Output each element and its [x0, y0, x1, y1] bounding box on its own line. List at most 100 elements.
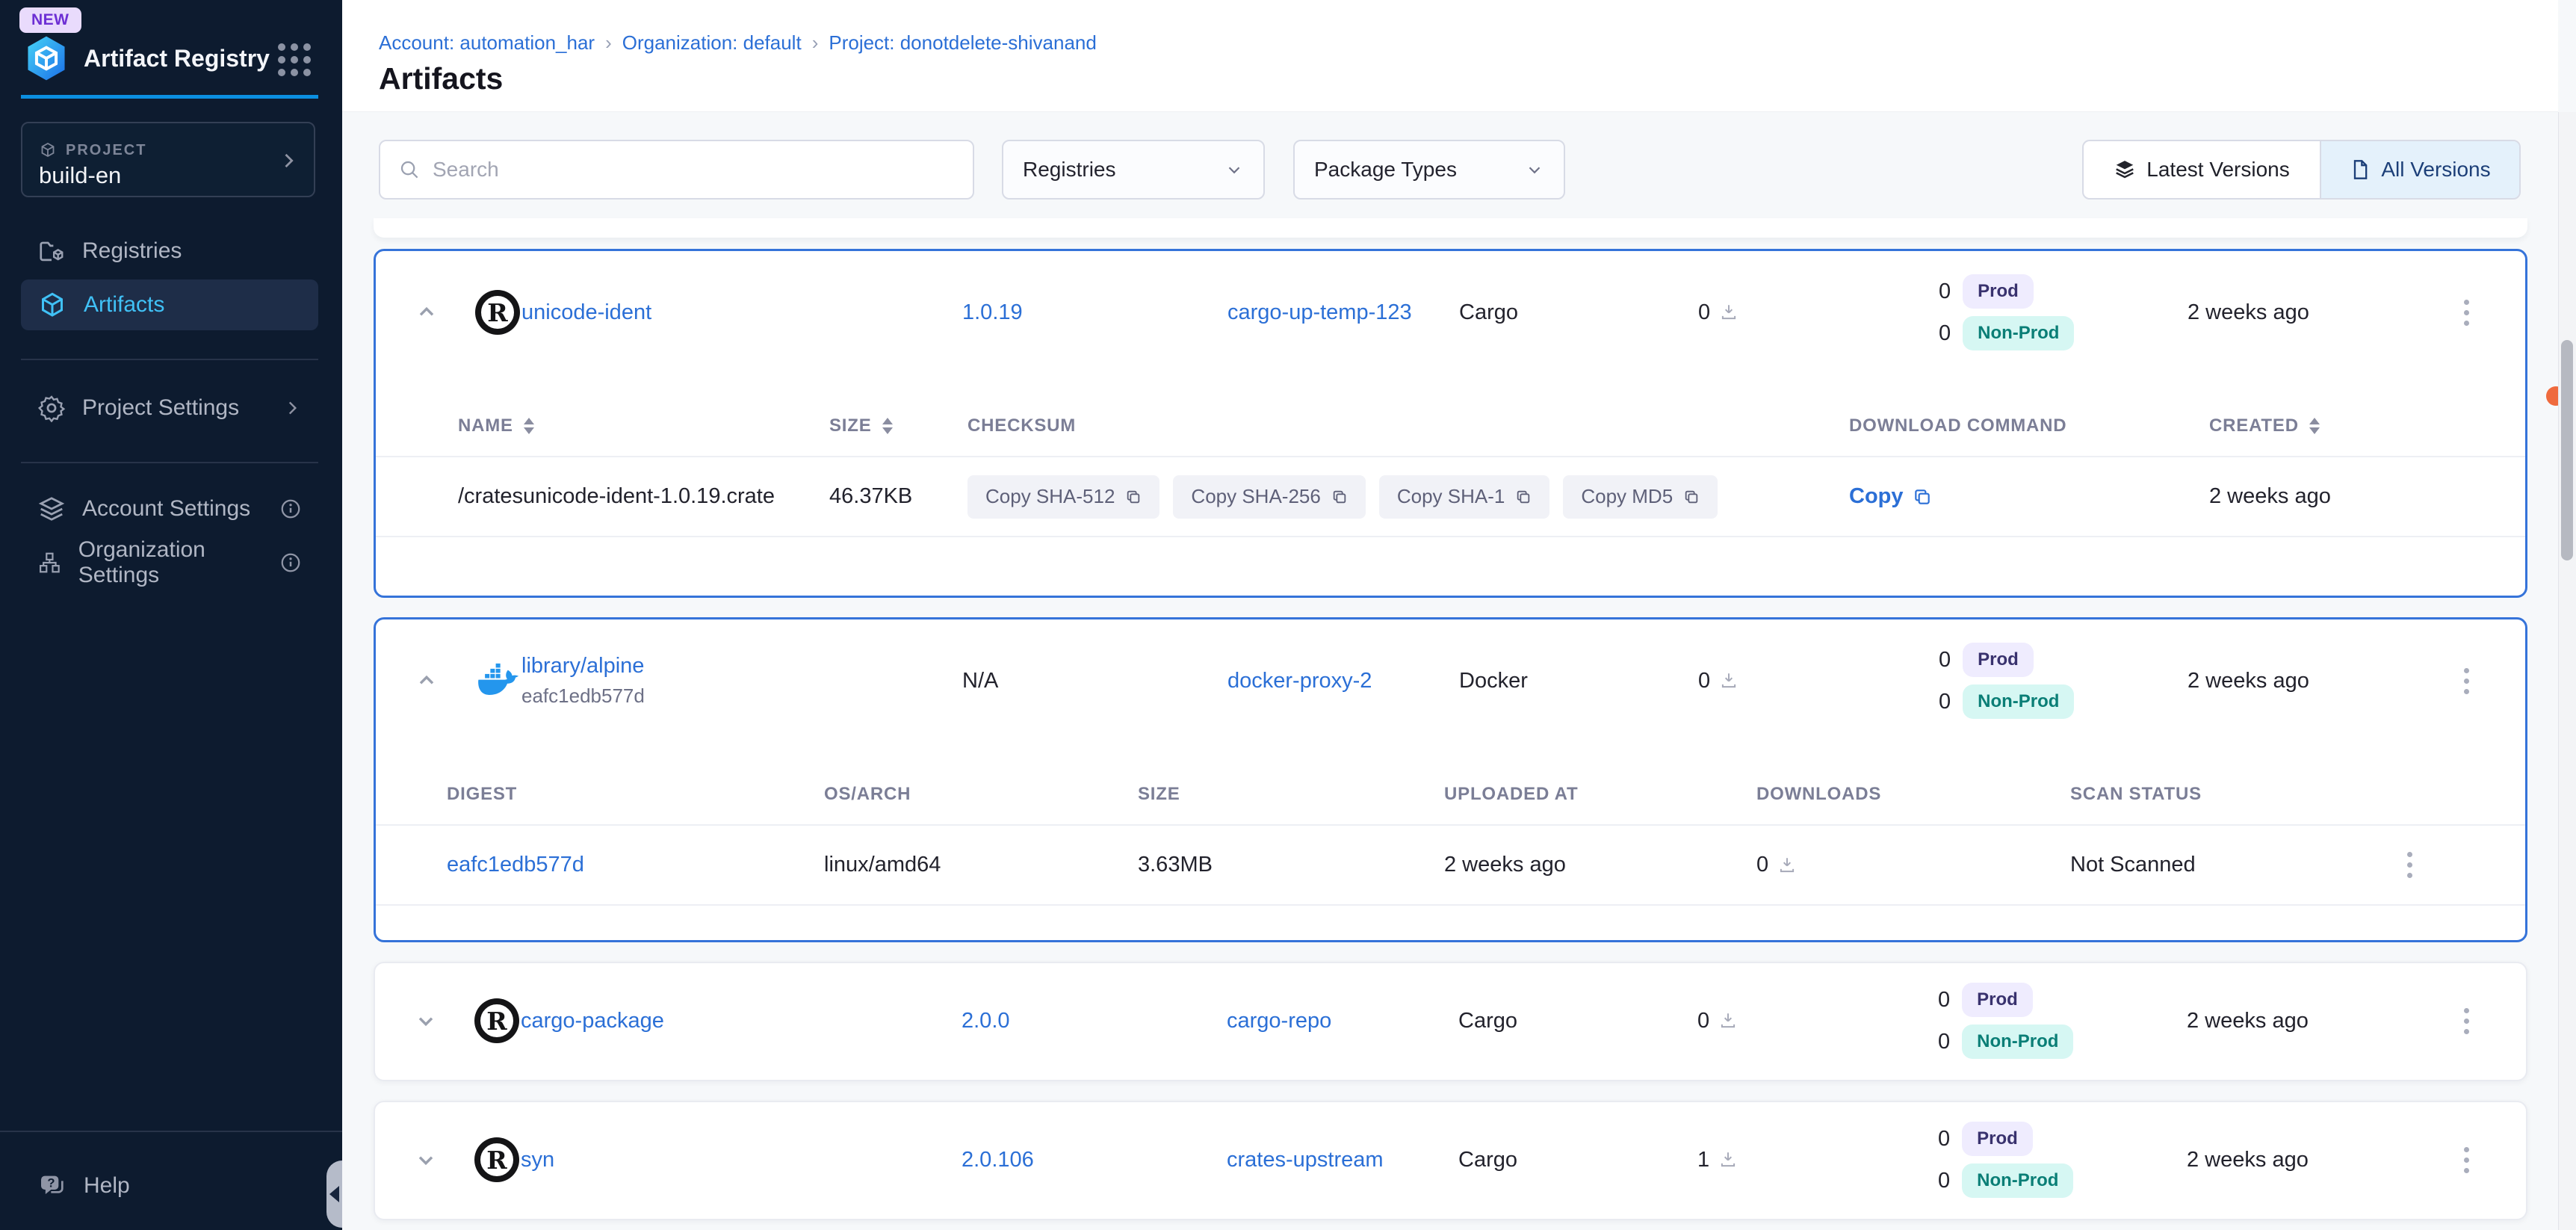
deployments-cell: 0 Prod 0 Non-Prod: [1899, 982, 2131, 1060]
version-link[interactable]: 1.0.19: [962, 300, 1023, 324]
scan-status-label: Not Scanned: [2070, 853, 2401, 877]
sort-icon: [2309, 418, 2320, 434]
copy-icon: [1913, 487, 1932, 507]
registries-dropdown-label: Registries: [1023, 158, 1115, 182]
prod-count: 0: [1939, 648, 1951, 673]
expand-button[interactable]: [375, 1009, 476, 1033]
artifact-name-link[interactable]: cargo-package: [521, 1009, 664, 1033]
sidebar-item-help[interactable]: ? Help: [21, 1163, 318, 1209]
search-icon: [398, 158, 421, 181]
artifact-row: library/alpine eafc1edb577d N/A docker-p…: [376, 619, 2525, 742]
column-header-digest: DIGEST: [447, 784, 824, 805]
collapse-button[interactable]: [376, 669, 477, 693]
project-selector[interactable]: PROJECT build-en: [21, 122, 315, 197]
column-header-size: SIZE: [1138, 784, 1444, 805]
search-input[interactable]: [433, 158, 955, 182]
prod-count: 0: [1938, 988, 1950, 1013]
new-badge: NEW: [19, 7, 81, 33]
artifact-name-link[interactable]: syn: [521, 1148, 554, 1172]
deployments-cell: 0 Prod 0 Non-Prod: [1900, 273, 2131, 351]
cargo-package-icon: R: [477, 291, 518, 333]
sidebar-item-label: Organization Settings: [78, 537, 263, 588]
cargo-package-icon: R: [476, 1139, 518, 1181]
accent-underline: [21, 95, 318, 99]
scrollbar-track[interactable]: [2558, 112, 2576, 1230]
download-icon: [1718, 1150, 1738, 1169]
version-link[interactable]: 2.0.0: [962, 1009, 1010, 1033]
page-title: Artifacts: [379, 61, 503, 96]
registry-link[interactable]: docker-proxy-2: [1227, 669, 1372, 693]
column-header-downloads: DOWNLOADS: [1756, 784, 2070, 805]
scrollbar-thumb[interactable]: [2561, 340, 2573, 560]
breadcrumb-project-link[interactable]: Project: donotdelete-shivanand: [829, 31, 1096, 55]
prod-badge: Prod: [1963, 274, 2034, 309]
info-icon[interactable]: [279, 498, 302, 520]
sidebar-collapse-handle[interactable]: [326, 1161, 342, 1228]
org-chart-gear-icon: [37, 548, 62, 577]
sidebar-item-account-settings[interactable]: Account Settings: [21, 486, 318, 532]
sidebar-item-project-settings[interactable]: Project Settings: [21, 384, 318, 432]
row-menu-kebab-icon[interactable]: [2458, 1141, 2475, 1179]
row-menu-kebab-icon[interactable]: [2401, 846, 2418, 884]
collapse-left-arrow-icon: [329, 1186, 339, 1202]
non-prod-badge: Non-Prod: [1962, 1025, 2073, 1059]
chevron-down-icon: [1224, 160, 1244, 179]
app-switcher-grid-icon[interactable]: [278, 43, 311, 76]
sidebar-item-registries[interactable]: Registries: [21, 230, 318, 272]
sidebar-divider: [0, 1131, 342, 1132]
download-icon: [1719, 671, 1739, 690]
manifest-row: eafc1edb577d linux/amd64 3.63MB 2 weeks …: [376, 826, 2525, 906]
latest-versions-button[interactable]: Latest Versions: [2084, 141, 2320, 198]
copy-md5-button[interactable]: Copy MD5: [1563, 475, 1718, 519]
package-types-dropdown[interactable]: Package Types: [1293, 140, 1565, 200]
os-arch-label: linux/amd64: [824, 853, 1138, 877]
collapse-button[interactable]: [376, 300, 477, 324]
download-icon: [1777, 856, 1797, 875]
row-menu-kebab-icon[interactable]: [2458, 662, 2475, 700]
chevron-right-icon: [278, 150, 299, 171]
copy-sha256-button[interactable]: Copy SHA-256: [1173, 475, 1365, 519]
app-header: Artifact Registry: [22, 34, 320, 82]
sort-icon: [882, 418, 893, 434]
copy-sha1-button[interactable]: Copy SHA-1: [1379, 475, 1550, 519]
column-header-created[interactable]: CREATED: [2209, 415, 2525, 436]
registry-link[interactable]: cargo-repo: [1227, 1009, 1331, 1033]
sidebar-item-artifacts[interactable]: Artifacts: [21, 279, 318, 330]
toolbar: Registries Package Types Latest Versions: [379, 140, 2521, 200]
app-title: Artifact Registry: [84, 45, 270, 72]
downloads-count: 0: [1698, 669, 1710, 693]
registry-link[interactable]: cargo-up-temp-123: [1227, 300, 1412, 324]
artifacts-icon: [37, 290, 67, 320]
sort-icon: [524, 418, 534, 434]
artifact-name-link[interactable]: unicode-ident: [521, 300, 651, 324]
registries-dropdown[interactable]: Registries: [1002, 140, 1265, 200]
artifact-card-cargo-package: R cargo-package 2.0.0 cargo-repo Cargo 0…: [374, 962, 2527, 1081]
digest-link[interactable]: eafc1edb577d: [447, 853, 584, 877]
prod-badge: Prod: [1962, 983, 2033, 1017]
artifact-row: R syn 2.0.106 crates-upstream Cargo 1 0 …: [375, 1102, 2526, 1217]
row-menu-kebab-icon[interactable]: [2458, 294, 2475, 332]
row-menu-kebab-icon[interactable]: [2458, 1002, 2475, 1040]
search-box[interactable]: [379, 140, 974, 200]
breadcrumb-org-link[interactable]: Organization: default: [622, 31, 802, 55]
column-header-name[interactable]: NAME: [458, 415, 829, 436]
project-cube-icon: [39, 141, 57, 159]
copy-sha512-button[interactable]: Copy SHA-512: [967, 475, 1159, 519]
expand-button[interactable]: [375, 1148, 476, 1172]
info-icon[interactable]: [279, 551, 302, 574]
breadcrumb-account-link[interactable]: Account: automation_har: [379, 31, 595, 55]
layers-icon: [2114, 158, 2136, 181]
version-link[interactable]: 2.0.106: [962, 1148, 1034, 1172]
registry-link[interactable]: crates-upstream: [1227, 1148, 1384, 1172]
prod-count: 0: [1938, 1127, 1950, 1152]
copy-download-command-button[interactable]: Copy: [1849, 484, 2209, 509]
artifact-card-library-alpine: library/alpine eafc1edb577d N/A docker-p…: [374, 617, 2527, 942]
created-label: 2 weeks ago: [2131, 1148, 2407, 1172]
prod-badge: Prod: [1962, 1122, 2033, 1156]
all-versions-button[interactable]: All Versions: [2320, 141, 2519, 198]
column-header-checksum: CHECKSUM: [967, 415, 1849, 436]
sidebar-item-organization-settings[interactable]: Organization Settings: [21, 540, 318, 586]
column-header-size[interactable]: SIZE: [829, 415, 967, 436]
artifact-name-link[interactable]: library/alpine: [521, 654, 644, 678]
column-header-download-command: DOWNLOAD COMMAND: [1849, 415, 2209, 436]
